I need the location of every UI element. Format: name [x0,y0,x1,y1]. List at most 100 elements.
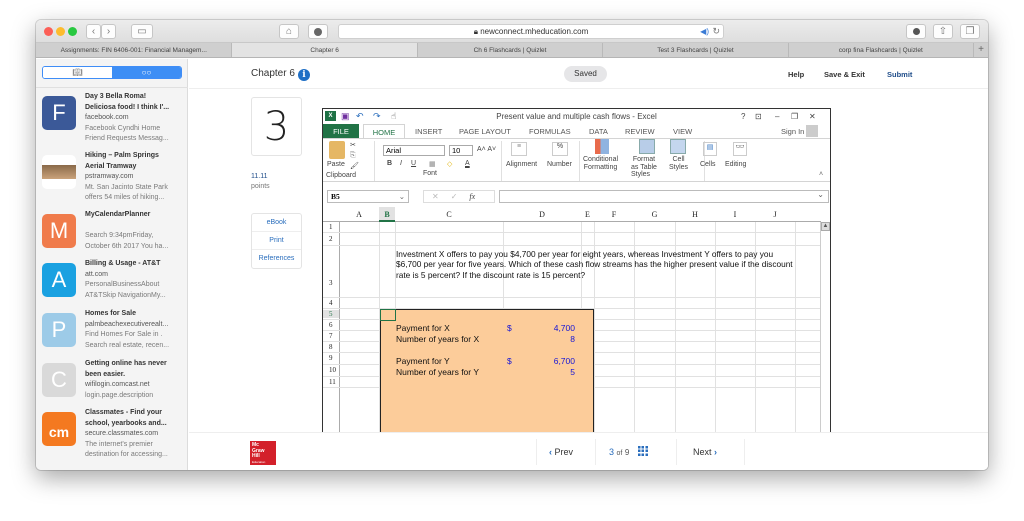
payment-x-value[interactable]: 4,700 [531,323,575,333]
save-exit-button[interactable]: Save & Exit [824,70,865,79]
formula-input[interactable]: ⌄ [499,190,829,203]
row-header[interactable]: 2 [323,235,339,243]
tab-assignments[interactable]: Assignments: FIN 6406-001: Financial Man… [36,43,233,57]
page-indicator[interactable]: 3 of 9 [609,441,649,463]
assignment-page: Chapter 6i Saved Help Save & Exit Submit… [189,59,988,470]
minimize-icon[interactable]: – [775,109,779,124]
back-button[interactable]: ‹ [86,24,101,39]
row-header[interactable]: 11 [323,378,339,386]
fx-icon[interactable]: fx [469,192,475,201]
column-header[interactable]: J [755,207,795,222]
collapse-ribbon-icon[interactable]: ˄ [819,171,823,178]
tab-home[interactable]: HOME [363,124,405,139]
tab-test3-flashcards[interactable]: Test 3 Flashcards | Quizlet [603,43,789,57]
tab-corp-fina-flashcards[interactable]: corp fina Flashcards | Quizlet [789,43,975,57]
paste-button[interactable]: Paste [327,161,345,168]
expand-icon[interactable]: ⌄ [817,190,824,199]
print-link[interactable]: Print [252,232,301,250]
audio-icon[interactable]: ◀) [700,25,709,38]
years-y-value[interactable]: 5 [531,367,575,377]
extension-button[interactable] [308,24,328,39]
downloads-button[interactable] [906,24,926,39]
row-header[interactable]: 9 [323,354,339,362]
column-header[interactable]: A [339,207,379,222]
tab-review[interactable]: REVIEW [625,124,655,139]
grid-icon[interactable] [638,446,649,456]
help-button[interactable]: Help [788,70,804,79]
row-header[interactable]: 10 [323,366,339,374]
tab-data[interactable]: DATA [589,124,608,139]
column-header[interactable]: I [715,207,755,222]
scroll-up-icon[interactable]: ▲ [821,222,830,231]
tab-file[interactable]: FILE [323,124,359,139]
home-button[interactable]: ⌂ [279,24,299,39]
row-header[interactable]: 4 [323,299,339,307]
tab-ch6-flashcards[interactable]: Ch 6 Flashcards | Quizlet [418,43,604,57]
column-header[interactable]: G [634,207,675,222]
column-header[interactable]: B [379,207,395,222]
tab-formulas[interactable]: FORMULAS [529,124,571,139]
editing-button[interactable]: Editing [725,161,746,168]
column-header[interactable]: F [594,207,634,222]
row-header[interactable]: 3 [323,279,339,287]
row-header[interactable]: 7 [323,332,339,340]
enter-icon[interactable]: ✓ [451,192,458,201]
forward-button[interactable]: › [101,24,116,39]
format-painter-icon[interactable]: 🖌︎ [350,162,359,170]
question-cell[interactable]: Investment X offers to pay you $4,700 pe… [396,249,796,280]
chapter-label: Chapter 6 [251,68,295,79]
years-x-value[interactable]: 8 [531,334,575,344]
ebook-link[interactable]: eBook [252,214,301,232]
selected-cell-b5[interactable] [380,309,396,321]
sidebar-toggle-button[interactable]: ▭ [131,24,153,39]
row-header[interactable]: 5 [323,310,339,318]
browser-toolbar: ‹ › ▭ ⌂ 🔒︎ newconnect.mheducation.com ◀)… [36,20,988,43]
vertical-scrollbar[interactable]: ▲ [820,222,830,432]
share-button[interactable]: ⇧ [933,24,953,39]
sign-in-link[interactable]: Sign In [781,124,819,139]
cancel-icon[interactable]: ✕ [432,192,439,201]
column-header[interactable]: C [395,207,503,222]
close-window-button[interactable] [44,27,53,36]
reading-list-tab[interactable]: ○○ [112,67,181,78]
select-all-corner[interactable] [323,207,339,222]
gridline [323,297,821,298]
item-title: Getting online has never [85,360,167,367]
item-desc: The internet's premier [85,440,153,448]
row-header[interactable]: 1 [323,223,339,231]
info-icon[interactable]: i [297,69,310,81]
reload-icon[interactable]: ↻ [712,25,720,38]
next-button[interactable]: Next › [693,441,717,463]
minimize-window-button[interactable] [56,27,65,36]
row-header[interactable]: 8 [323,343,339,351]
tab-page-layout[interactable]: PAGE LAYOUT [459,124,511,139]
column-header-partial[interactable] [795,207,821,222]
close-icon[interactable]: ✕ [809,109,816,124]
cut-icon[interactable]: ✂ [350,141,356,149]
ribbon-display-icon[interactable]: ⊡ [755,109,762,124]
tab-insert[interactable]: INSERT [415,124,442,139]
copy-icon[interactable]: ⎘ [350,152,356,160]
question-number: 3 [251,97,302,156]
bookmarks-tab[interactable]: 📖︎ [43,67,112,78]
column-header[interactable]: H [675,207,715,222]
help-icon[interactable]: ? [741,109,745,124]
tab-chapter-6[interactable]: Chapter 6 [232,43,418,57]
payment-y-value[interactable]: 6,700 [531,356,575,366]
tab-view[interactable]: VIEW [673,124,692,139]
new-tab-button[interactable]: + [974,43,988,57]
mcgraw-hill-logo: Mc Graw Hill Education [250,441,276,465]
formula-bar: B5 ⌄ ✕ ✓ fx ⌄ [323,188,830,206]
row-header[interactable]: 6 [323,321,339,329]
restore-icon[interactable]: ❐ [791,109,798,124]
tabs-overview-button[interactable]: ❐ [960,24,980,39]
references-link[interactable]: References [252,250,301,268]
column-header[interactable]: D [503,207,581,222]
column-header[interactable]: E [581,207,594,222]
submit-button[interactable]: Submit [887,70,912,79]
name-box[interactable]: B5 ⌄ [327,190,409,203]
address-bar[interactable]: 🔒︎ newconnect.mheducation.com ◀) ↻ [338,24,724,39]
excel-screenshot: X ▣ ↶ ↷ ☝︎ Present value and multiple ca… [322,108,831,432]
zoom-window-button[interactable] [68,27,77,36]
prev-button[interactable]: ‹ Prev [549,441,573,463]
